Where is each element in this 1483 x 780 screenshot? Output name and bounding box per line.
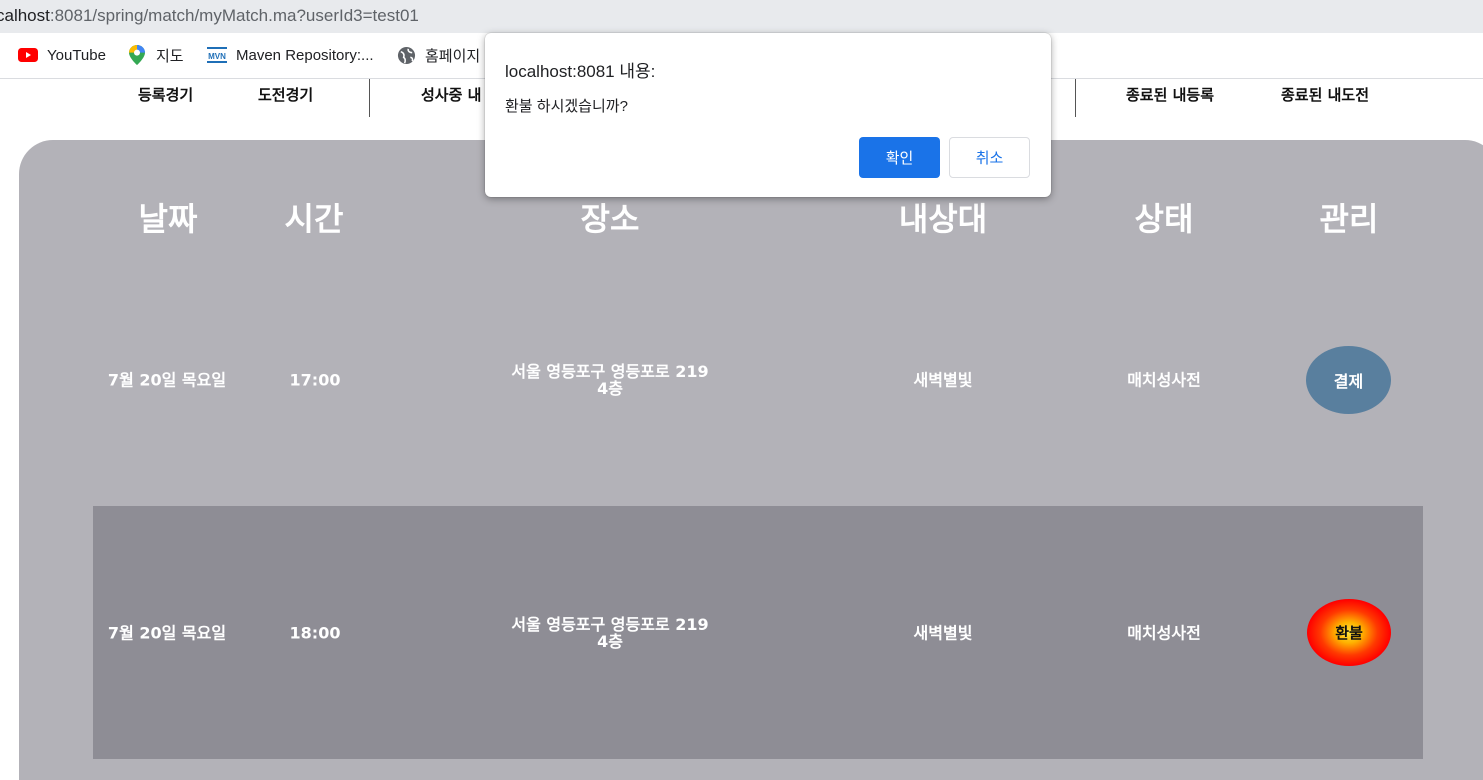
tab-challenge-matches[interactable]: 도전경기: [258, 84, 313, 105]
tab-registered-matches[interactable]: 등록경기: [138, 84, 193, 105]
refund-button[interactable]: 환불: [1307, 599, 1391, 666]
bookmark-label: YouTube: [47, 46, 106, 64]
row1-date: 7월 20일 목요일: [107, 370, 227, 390]
header-time: 시간: [284, 200, 344, 238]
header-date: 날짜: [138, 200, 198, 238]
bookmark-maps[interactable]: 지도: [127, 44, 184, 66]
confirm-cancel-button[interactable]: 취소: [949, 137, 1030, 178]
row2-status: 매치성사전: [1127, 623, 1201, 643]
youtube-icon: [18, 45, 38, 65]
confirm-dialog: localhost:8081 내용: 환불 하시겠습니까? 확인 취소: [485, 33, 1051, 197]
url-path: :8081/spring/match/myMatch.ma?userId3=te…: [49, 6, 419, 25]
nav-divider: [369, 79, 370, 117]
bookmark-youtube[interactable]: YouTube: [18, 44, 106, 66]
header-status: 상태: [1134, 200, 1194, 238]
bookmark-homepage[interactable]: 홈페이지: [396, 44, 480, 66]
row2-opponent: 새벽별빛: [913, 623, 973, 643]
row1-opponent: 새벽별빛: [913, 370, 973, 390]
url-host: calhost: [0, 6, 50, 25]
row2-place: 서울 영등포구 영등포로 219 4층: [511, 616, 708, 650]
bookmark-label: 홈페이지: [425, 47, 481, 65]
header-place: 장소: [580, 200, 640, 238]
url-text[interactable]: calhost:8081/spring/match/myMatch.ma?use…: [0, 6, 419, 26]
bookmark-label: 지도: [156, 47, 184, 65]
header-opponent: 내상대: [898, 200, 988, 238]
mvn-icon: MVN: [207, 45, 227, 65]
tab-finished-registered[interactable]: 종료된 내등록: [1126, 84, 1214, 105]
nav-divider: [1075, 79, 1076, 117]
confirm-ok-button[interactable]: 확인: [859, 137, 940, 178]
tab-finished-challenge[interactable]: 종료된 내도전: [1281, 84, 1369, 105]
svg-text:MVN: MVN: [208, 52, 226, 61]
bookmark-label: Maven Repository:...: [236, 46, 374, 64]
row1-place-line1: 서울 영등포구 영등포로 219: [511, 362, 709, 381]
header-manage: 관리: [1319, 200, 1379, 238]
row2-place-line2: 4층: [597, 632, 623, 651]
tab-in-progress[interactable]: 성사중 내: [421, 84, 481, 105]
dialog-title: localhost:8081 내용:: [505, 62, 656, 81]
row2-time: 18:00: [289, 623, 341, 643]
maps-pin-icon: [127, 45, 147, 65]
row2-date: 7월 20일 목요일: [107, 623, 227, 643]
row2-place-line1: 서울 영등포구 영등포로 219: [511, 615, 709, 634]
row1-place: 서울 영등포구 영등포로 219 4층: [511, 363, 708, 397]
row1-status: 매치성사전: [1127, 370, 1201, 390]
pay-button[interactable]: 결제: [1306, 346, 1391, 414]
dialog-message: 환불 하시겠습니까?: [505, 98, 628, 115]
bookmark-maven[interactable]: MVN Maven Repository:...: [207, 44, 374, 66]
row1-place-line2: 4층: [597, 379, 623, 398]
row1-time: 17:00: [289, 370, 341, 390]
address-bar[interactable]: calhost:8081/spring/match/myMatch.ma?use…: [0, 0, 1483, 33]
globe-icon: [396, 45, 416, 65]
